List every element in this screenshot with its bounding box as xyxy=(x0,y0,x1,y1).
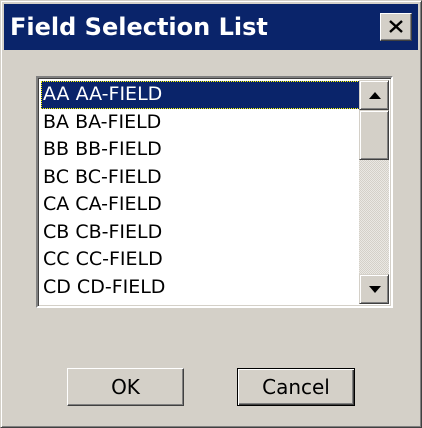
field-selection-dialog: Field Selection List AA AA-FIELD BA BA-FI… xyxy=(0,0,422,428)
scroll-up-arrow-icon xyxy=(369,92,381,99)
list-item[interactable]: CC CC-FIELD xyxy=(41,246,360,274)
list-item[interactable]: BB BB-FIELD xyxy=(41,136,360,164)
list-item[interactable]: AA AA-FIELD xyxy=(41,81,360,109)
scroll-up-button[interactable] xyxy=(359,80,389,110)
vertical-scrollbar[interactable] xyxy=(359,80,389,304)
list-item[interactable]: BC BC-FIELD xyxy=(41,164,360,192)
scroll-down-button[interactable] xyxy=(359,274,389,304)
scroll-thumb[interactable] xyxy=(359,110,389,160)
ok-button[interactable]: OK xyxy=(67,368,184,406)
list-item[interactable]: CA CA-FIELD xyxy=(41,191,360,219)
title-bar[interactable]: Field Selection List xyxy=(4,4,418,50)
list-item[interactable]: CD CD-FIELD xyxy=(41,274,360,302)
cancel-button[interactable]: Cancel xyxy=(237,368,355,406)
field-listbox[interactable]: AA AA-FIELD BA BA-FIELD BB BB-FIELD BC BC-F… xyxy=(36,76,393,308)
list-item[interactable]: BA BA-FIELD xyxy=(41,109,360,137)
close-button[interactable] xyxy=(380,13,412,41)
list-item[interactable]: CB CB-FIELD xyxy=(41,219,360,247)
close-x-icon xyxy=(389,20,403,33)
field-list[interactable]: AA AA-FIELD BA BA-FIELD BB BB-FIELD BC BC-F… xyxy=(41,81,360,303)
scroll-down-arrow-icon xyxy=(369,286,381,293)
window-title: Field Selection List xyxy=(10,13,268,41)
